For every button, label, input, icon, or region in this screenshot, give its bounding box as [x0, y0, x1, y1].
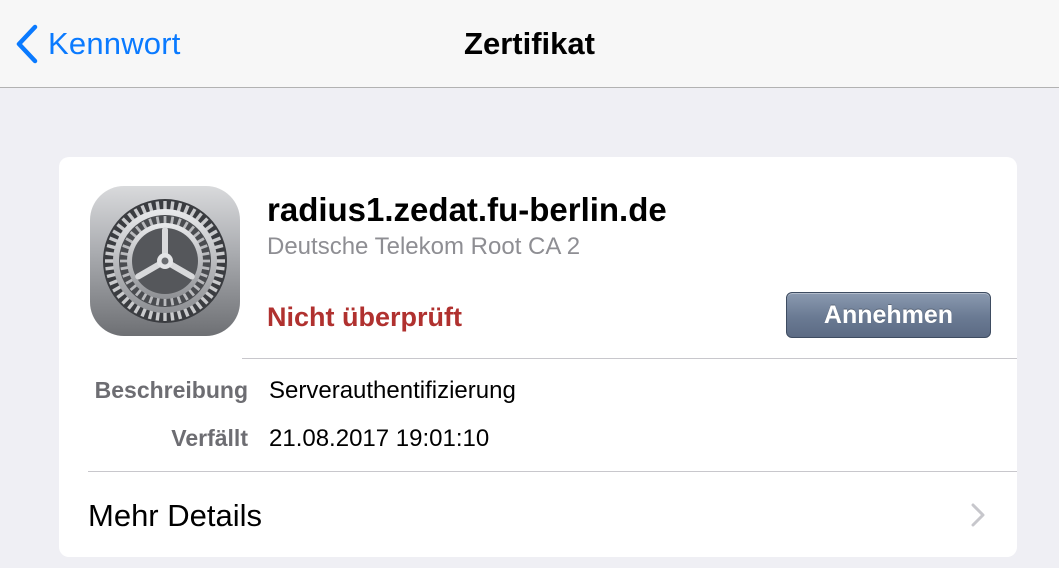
certificate-host: radius1.zedat.fu-berlin.de — [267, 191, 667, 228]
back-button-label: Kennwort — [48, 26, 181, 61]
accept-button[interactable]: Annehmen — [786, 292, 991, 338]
description-value: Serverauthentifizierung — [269, 377, 516, 404]
chevron-right-icon — [971, 503, 985, 527]
page-title: Zertifikat — [464, 26, 595, 61]
settings-gear-icon — [90, 186, 240, 336]
certificate-card: radius1.zedat.fu-berlin.de Deutsche Tele… — [59, 157, 1017, 557]
expires-label: Verfällt — [171, 425, 248, 451]
certificate-screen: Kennwort Zertifikat radius1.zedat.fu-ber… — [0, 0, 1059, 568]
description-label: Beschreibung — [94, 377, 248, 403]
expires-value: 21.08.2017 19:01:10 — [269, 425, 490, 452]
verification-status: Nicht überprüft — [267, 302, 462, 332]
chevron-left-icon — [14, 24, 40, 64]
certificate-issuer: Deutsche Telekom Root CA 2 — [267, 233, 581, 260]
back-button[interactable]: Kennwort — [14, 22, 181, 66]
navigation-bar: Kennwort Zertifikat — [0, 0, 1059, 88]
more-details-label: Mehr Details — [88, 498, 262, 533]
more-details-row[interactable]: Mehr Details — [59, 472, 1017, 557]
divider — [242, 358, 1017, 359]
